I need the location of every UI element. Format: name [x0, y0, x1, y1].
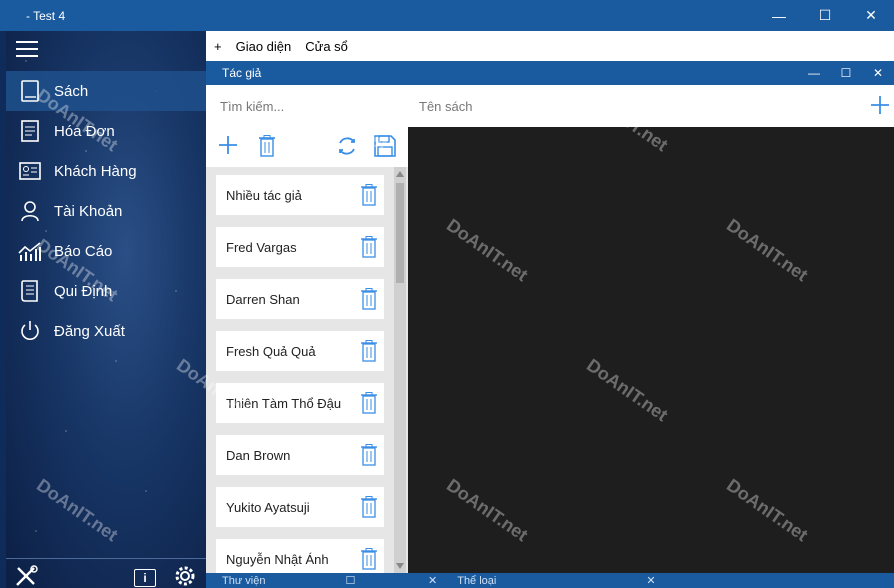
- author-card[interactable]: Nguyễn Nhật Ánh: [216, 539, 384, 573]
- window-title: - Test 4: [26, 8, 66, 23]
- genre-window-title: Thể loại: [457, 574, 497, 587]
- sidebar-item-label: Đăng Xuất: [54, 322, 125, 340]
- author-list: Nhiều tác giả Fred Vargas Darren Shan Fr…: [206, 167, 408, 573]
- chart-icon: [6, 241, 54, 261]
- book-name-header: Tên sách: [419, 98, 473, 114]
- author-card[interactable]: Fresh Quả Quả: [216, 331, 384, 371]
- sidebar-item-reports[interactable]: Báo Cáo: [6, 231, 206, 271]
- sidebar-item-logout[interactable]: Đăng Xuất: [6, 311, 206, 351]
- scroll-down-arrow[interactable]: [396, 563, 404, 569]
- author-card[interactable]: Darren Shan: [216, 279, 384, 319]
- trash-icon[interactable]: [354, 496, 384, 518]
- contact-card-icon: [6, 162, 54, 180]
- trash-icon[interactable]: [354, 236, 384, 258]
- window-titlebar: - Test 4 — ☐ ✕: [0, 0, 894, 31]
- close-icon[interactable]: ✕: [646, 574, 655, 587]
- author-list-panel: Nhiều tác giả Fred Vargas Darren Shan Fr…: [206, 85, 408, 573]
- author-name: Nguyễn Nhật Ánh: [226, 551, 329, 567]
- sidebar-item-label: Hóa Đơn: [54, 122, 115, 140]
- user-icon: [6, 200, 54, 222]
- close-button[interactable]: ✕: [848, 0, 894, 31]
- sidebar-item-label: Báo Cáo: [54, 242, 113, 260]
- sidebar-footer: i: [6, 558, 206, 588]
- sidebar-item-rules[interactable]: Qui Định: [6, 271, 206, 311]
- menu-bar: + Giao diện Cửa sổ: [206, 31, 894, 61]
- library-window-title: Thư viện: [222, 574, 266, 587]
- trash-icon[interactable]: [354, 548, 384, 570]
- inner-minimize-button[interactable]: —: [798, 61, 830, 85]
- rules-icon: [6, 280, 54, 302]
- scroll-thumb[interactable]: [396, 183, 404, 283]
- trash-icon[interactable]: [354, 184, 384, 206]
- sidebar-item-label: Qui Định: [54, 282, 113, 300]
- sidebar-item-label: Khách Hàng: [54, 162, 137, 180]
- genre-window-tab[interactable]: ✕ Thể loại ✕: [428, 573, 656, 588]
- tools-icon[interactable]: [14, 565, 38, 588]
- author-name: Darren Shan: [226, 291, 300, 307]
- save-icon[interactable]: [374, 135, 396, 162]
- minimize-button[interactable]: —: [756, 0, 802, 31]
- sidebar-item-books[interactable]: Sách: [6, 71, 206, 111]
- window-menu[interactable]: Cửa sổ: [305, 39, 348, 54]
- close-icon[interactable]: ✕: [428, 574, 437, 587]
- minimized-windows-bar: Thư viện ☐ ✕ Thể loại ✕: [206, 573, 894, 588]
- author-card[interactable]: Nhiều tác giả: [216, 175, 384, 215]
- author-card[interactable]: Fred Vargas: [216, 227, 384, 267]
- author-card[interactable]: Dan Brown: [216, 435, 384, 475]
- sidebar-item-invoices[interactable]: Hóa Đơn: [6, 111, 206, 151]
- add-icon[interactable]: [218, 135, 238, 160]
- trash-icon[interactable]: [354, 444, 384, 466]
- power-icon: [6, 320, 54, 342]
- add-book-icon[interactable]: [870, 95, 890, 120]
- window-restore-icon[interactable]: ☐: [345, 574, 355, 587]
- sidebar-item-label: Sách: [54, 82, 89, 100]
- trash-icon[interactable]: [258, 135, 276, 162]
- author-window-titlebar: Tác giả — ☐ ✕: [206, 61, 894, 85]
- author-card[interactable]: Yukito Ayatsuji: [216, 487, 384, 527]
- author-name: Nhiều tác giả: [226, 187, 302, 203]
- trash-icon[interactable]: [354, 340, 384, 362]
- trash-icon[interactable]: [354, 288, 384, 310]
- gear-icon[interactable]: [172, 563, 198, 588]
- author-name: Yukito Ayatsuji: [226, 499, 310, 515]
- trash-icon[interactable]: [354, 392, 384, 414]
- sidebar-item-label: Tài Khoản: [54, 202, 123, 220]
- theme-menu[interactable]: Giao diện: [236, 39, 292, 54]
- scroll-up-arrow[interactable]: [396, 171, 404, 177]
- inner-close-button[interactable]: ✕: [862, 61, 894, 85]
- sidebar-item-customers[interactable]: Khách Hàng: [6, 151, 206, 191]
- add-menu-button[interactable]: +: [214, 39, 222, 54]
- sidebar-item-accounts[interactable]: Tài Khoản: [6, 191, 206, 231]
- author-window-title: Tác giả: [222, 66, 262, 80]
- sidebar: Sách Hóa Đơn Khách Hàng Tài Khoản Báo Cá…: [6, 31, 206, 588]
- author-list-scrollbar[interactable]: [394, 167, 406, 573]
- author-name: Dan Brown: [226, 447, 291, 463]
- inner-maximize-button[interactable]: ☐: [830, 61, 862, 85]
- author-card[interactable]: Thiên Tàm Thổ Đậu: [216, 383, 384, 423]
- author-name: Thiên Tàm Thổ Đậu: [226, 395, 342, 411]
- book-panel-header: Tên sách: [408, 85, 894, 127]
- sidebar-menu: Sách Hóa Đơn Khách Hàng Tài Khoản Báo Cá…: [6, 71, 206, 351]
- library-window-tab[interactable]: Thư viện ☐: [222, 573, 355, 588]
- author-toolbar: [206, 127, 408, 167]
- info-icon[interactable]: i: [134, 569, 156, 587]
- book-panel: Tên sách: [408, 85, 894, 573]
- search-input[interactable]: [206, 85, 408, 127]
- invoice-icon: [6, 120, 54, 142]
- maximize-button[interactable]: ☐: [802, 0, 848, 31]
- author-name: Fred Vargas: [226, 239, 297, 255]
- hamburger-menu-icon[interactable]: [16, 41, 38, 57]
- author-name: Fresh Quả Quả: [226, 343, 316, 359]
- refresh-icon[interactable]: [336, 135, 358, 162]
- book-icon: [6, 80, 54, 102]
